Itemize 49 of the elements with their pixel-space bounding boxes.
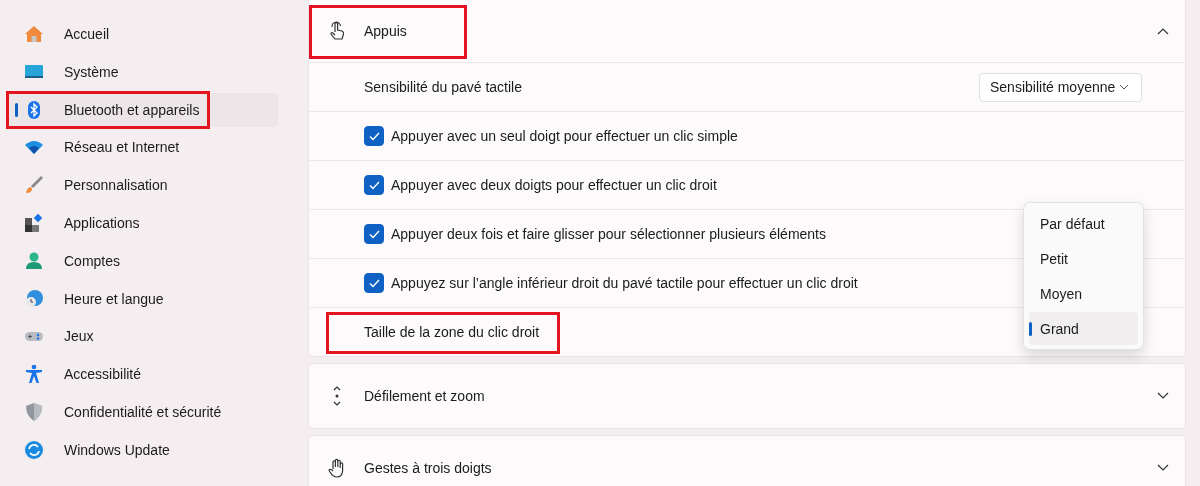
sync-icon <box>24 439 44 460</box>
checkbox-label: Appuyer avec deux doigts pour effectuer un clic droit <box>391 177 717 193</box>
sidebar-item[interactable]: Accueil <box>8 17 278 51</box>
sidebar-item[interactable]: Confidentialité et sécurité <box>8 394 278 429</box>
brush-icon <box>24 175 44 196</box>
person-icon <box>24 250 44 271</box>
checkmark-icon <box>368 180 380 190</box>
section-header[interactable]: Défilement et zoom <box>309 364 1185 428</box>
chevron-icon <box>1157 464 1169 472</box>
sensitivity-dropdown[interactable]: Sensibilité moyenne <box>979 72 1142 102</box>
clock-globe-icon <box>24 288 44 309</box>
chevron-icon <box>1119 84 1129 90</box>
menu-option[interactable]: Grand <box>1029 312 1138 345</box>
checkbox[interactable] <box>364 175 384 195</box>
setting-label: Sensibilité du pavé tactile <box>364 79 522 95</box>
checkbox[interactable] <box>364 126 384 146</box>
sidebar-item[interactable]: Système <box>8 54 278 89</box>
sidebar-item[interactable]: Accessibilité <box>8 357 278 392</box>
accessibility-icon <box>24 364 44 385</box>
section-header[interactable]: Appuis <box>309 0 1185 62</box>
menu-option[interactable]: Petit <box>1029 242 1138 275</box>
selection-indicator <box>15 102 18 117</box>
sidebar-item[interactable]: Personnalisation <box>8 168 278 203</box>
checkbox-label: Appuyer avec un seul doigt pour effectuer un clic simple <box>391 128 738 144</box>
sidebar-item[interactable]: Réseau et Internet <box>8 130 278 165</box>
section-header[interactable]: Gestes à trois doigts <box>309 436 1185 486</box>
shield-icon <box>24 401 44 422</box>
checkbox-label: Appuyez sur l’angle inférieur droit du pavé tactile pour effectuer un clic droit <box>391 275 858 291</box>
checkmark-icon <box>368 278 380 288</box>
house-icon <box>24 24 44 44</box>
checkmark-icon <box>368 131 380 141</box>
sidebar-item[interactable]: Comptes <box>8 243 278 278</box>
checkbox-label: Appuyer deux fois et faire glisser pour sélectionner plusieurs éléments <box>391 226 826 242</box>
chevron-icon <box>1157 392 1169 400</box>
selection-indicator <box>1029 322 1032 336</box>
checkmark-icon <box>368 229 380 239</box>
apps-icon <box>24 213 44 233</box>
tap-hand-icon <box>327 21 347 41</box>
checkbox[interactable] <box>364 224 384 244</box>
menu-option[interactable]: Moyen <box>1029 277 1138 310</box>
setting-label: Taille de la zone du clic droit <box>364 324 540 340</box>
sidebar-item[interactable]: Heure et langue <box>8 281 278 316</box>
sidebar-item[interactable]: Bluetooth et appareils <box>8 92 278 127</box>
sidebar-item[interactable]: Applications <box>8 206 278 240</box>
checkbox[interactable] <box>364 273 384 293</box>
sidebar-item[interactable]: Windows Update <box>8 432 278 467</box>
menu-option[interactable]: Par défaut <box>1029 207 1138 240</box>
sidebar-item[interactable]: Jeux <box>8 319 278 354</box>
chevron-icon <box>1157 27 1169 35</box>
